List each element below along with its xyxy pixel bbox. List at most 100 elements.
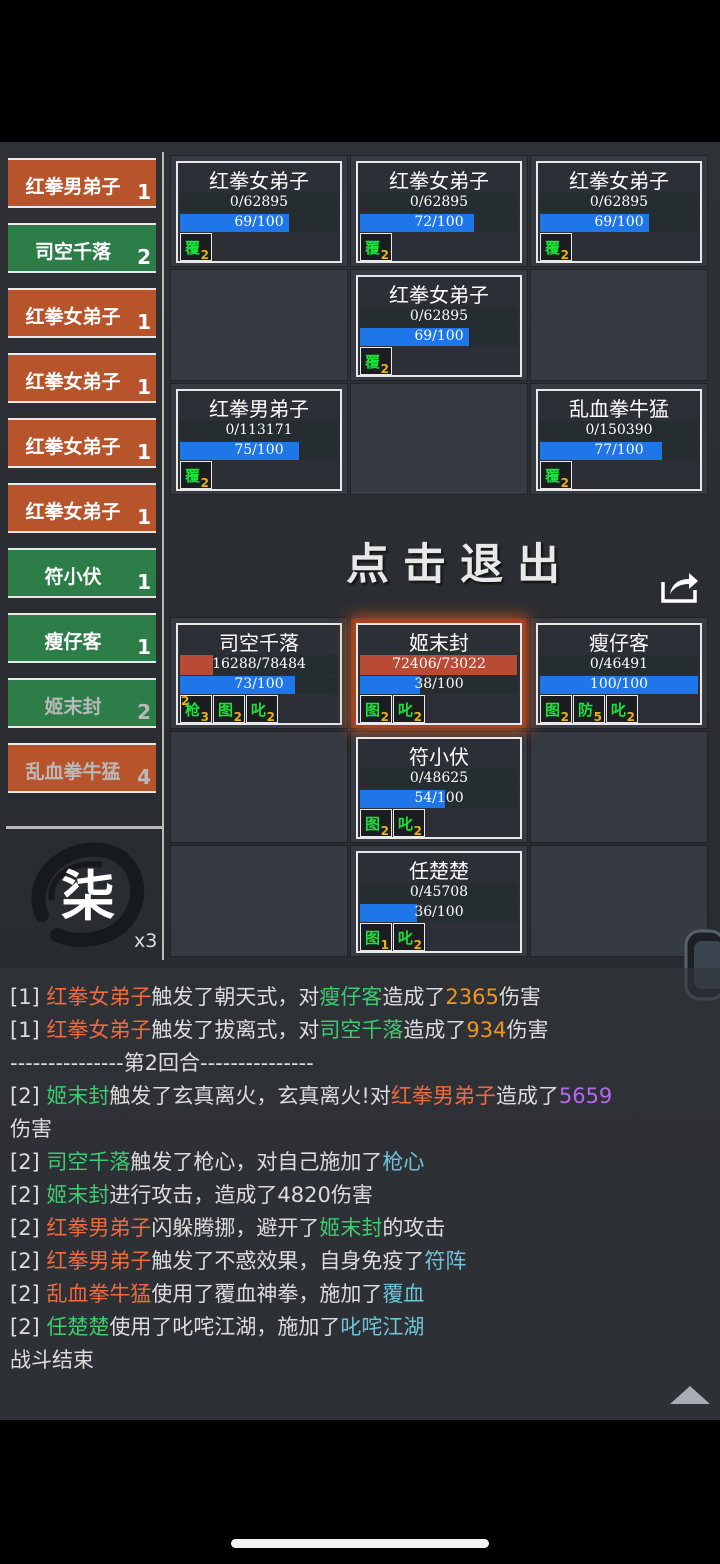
status-effect[interactable]: 图1 xyxy=(360,923,392,952)
log-line: 战斗结束 xyxy=(10,1344,710,1377)
status-effect[interactable]: 覆2 xyxy=(180,461,212,490)
turn-name: 红拳女弟子 xyxy=(25,436,121,458)
unit-card[interactable]: 红拳女弟子 0/62895 69/100 覆 2 xyxy=(356,275,522,377)
unit-card[interactable]: 姬末封 72406/73022 38/100 图 2 叱 2 xyxy=(356,623,522,725)
hp-bar: 0/62895 xyxy=(180,193,338,213)
status-effect[interactable]: 叱2 xyxy=(606,695,638,724)
turn-item[interactable]: 瘦仔客 1 xyxy=(8,613,156,663)
log-segment: ---------------第2回合--------------- xyxy=(10,1051,314,1075)
status-effects: 覆2 xyxy=(360,233,520,262)
status-effect[interactable]: 覆2 xyxy=(180,233,212,262)
log-segment: 乱血拳牛猛 xyxy=(46,1282,152,1306)
log-segment: 叱咤江湖 xyxy=(340,1315,425,1339)
status-effect[interactable]: 覆2 xyxy=(360,233,392,262)
hp-value: 72406/73022 xyxy=(392,656,486,672)
log-segment: 战斗结束 xyxy=(10,1348,94,1372)
status-effect[interactable]: 叱2 xyxy=(393,809,425,838)
turn-item[interactable]: 司空千落 2 xyxy=(8,223,156,273)
log-segment: 红拳男弟子 xyxy=(46,1249,152,1273)
log-segment: 使用了覆血神拳，施加了 xyxy=(151,1282,383,1306)
status-effects: 2枪3图2叱2 xyxy=(180,694,340,724)
hp-bar: 0/113171 xyxy=(180,421,338,441)
unit-name: 红拳女弟子 xyxy=(389,169,489,193)
log-segment: 触发了朝天式，对 xyxy=(151,985,320,1009)
log-line: [2] 红拳男弟子闪躲腾挪，避开了姬末封的攻击 xyxy=(10,1212,710,1245)
unit-card[interactable]: 红拳男弟子 0/113171 75/100 覆 2 xyxy=(176,389,342,491)
rage-bar: 36/100 xyxy=(360,904,518,922)
hp-bar: 0/62895 xyxy=(360,193,518,213)
turn-item[interactable]: 乱血拳牛猛 4 xyxy=(8,743,156,793)
log-segment: 进行攻击，造成了4820伤害 xyxy=(109,1183,373,1207)
rage-bar: 77/100 xyxy=(540,442,698,460)
rage-value: 54/100 xyxy=(414,790,464,806)
round-indicator: 柒 xyxy=(61,864,115,928)
turn-item[interactable]: 红拳女弟子 1 xyxy=(8,288,156,338)
status-effect[interactable]: 防5 xyxy=(573,695,605,724)
rage-bar: 69/100 xyxy=(540,214,698,232)
log-segment: 姬末封 xyxy=(319,1216,383,1240)
status-count: 1 xyxy=(380,938,389,952)
unit-card[interactable]: 瘦仔客 0/46491 100/100 图 2 防 5 叱 2 xyxy=(536,623,702,725)
unit-card[interactable]: 任楚楚 0/45708 36/100 图 1 叱 2 xyxy=(356,851,522,953)
turn-count: 2 xyxy=(137,245,151,269)
log-segment: 伤害 xyxy=(506,1018,549,1042)
share-icon[interactable] xyxy=(660,568,700,604)
status-effect[interactable]: 图2 xyxy=(360,809,392,838)
grid-cell xyxy=(530,269,708,381)
status-effects: 覆2 xyxy=(180,233,340,262)
unit-name: 司空千落 xyxy=(219,631,299,655)
turn-name: 司空千落 xyxy=(34,241,111,263)
turn-count: 1 xyxy=(137,505,151,529)
status-effect[interactable]: 图2 xyxy=(540,695,572,724)
turn-item[interactable]: 符小伏 1 xyxy=(8,548,156,598)
hp-bar: 0/62895 xyxy=(540,193,698,213)
hp-bar: 16288/78484 xyxy=(180,655,338,675)
status-count: 2 xyxy=(626,710,635,724)
unit-card[interactable]: 司空千落 16288/78484 73/100 2 枪 3 图 2 叱 2 xyxy=(176,623,342,725)
unit-card[interactable]: 红拳女弟子 0/62895 69/100 覆 2 xyxy=(536,161,702,263)
unit-card[interactable]: 乱血拳牛猛 0/150390 77/100 覆 2 xyxy=(536,389,702,491)
log-segment: [2] xyxy=(10,1150,47,1174)
exit-button[interactable]: 点击退出 xyxy=(346,530,574,592)
unit-card[interactable]: 红拳女弟子 0/62895 69/100 覆 2 xyxy=(176,161,342,263)
speed-multiplier-button[interactable]: x3 xyxy=(134,930,157,952)
unit-card[interactable]: 符小伏 0/48625 54/100 图 2 叱 2 xyxy=(356,737,522,839)
rage-bar: 38/100 xyxy=(360,676,518,694)
status-count: 2 xyxy=(380,824,389,838)
status-effect[interactable]: 图2 xyxy=(213,695,245,724)
turn-count: 1 xyxy=(137,570,151,594)
turn-name: 乱血拳牛猛 xyxy=(25,761,121,783)
status-effect[interactable]: 覆2 xyxy=(540,461,572,490)
status-name: 图 xyxy=(365,929,381,947)
home-indicator[interactable] xyxy=(231,1539,489,1548)
log-segment: [1] xyxy=(10,1018,47,1042)
turn-item[interactable]: 红拳女弟子 1 xyxy=(8,353,156,403)
rage-value: 72/100 xyxy=(414,214,464,230)
scroll-up-icon[interactable] xyxy=(668,1384,712,1406)
status-name: 覆 xyxy=(545,467,561,485)
log-line: [2] 姬末封进行攻击，造成了4820伤害 xyxy=(10,1179,710,1212)
status-name: 叱 xyxy=(251,701,267,719)
log-segment: 使用了叱咤江湖，施加了 xyxy=(109,1315,341,1339)
log-segment: 红拳男弟子 xyxy=(390,1084,496,1108)
log-segment: [2] xyxy=(10,1249,47,1273)
turn-item[interactable]: 姬末封 2 xyxy=(8,678,156,728)
log-segment: 934 xyxy=(466,1018,507,1042)
log-segment: 闪躲腾挪，避开了 xyxy=(151,1216,320,1240)
status-count: 2 xyxy=(560,476,569,490)
unit-card[interactable]: 红拳女弟子 0/62895 72/100 覆 2 xyxy=(356,161,522,263)
status-effect[interactable]: 叱2 xyxy=(393,923,425,952)
status-effect[interactable]: 图2 xyxy=(360,695,392,724)
turn-item[interactable]: 红拳男弟子 1 xyxy=(8,158,156,208)
turn-item[interactable]: 红拳女弟子 1 xyxy=(8,418,156,468)
log-segment: 红拳女弟子 xyxy=(46,1018,152,1042)
battle-log-lines: [1] 红拳女弟子触发了朝天式，对瘦仔客造成了2365伤害 [1] 红拳女弟子触发… xyxy=(10,981,710,1377)
status-effect[interactable]: 叱2 xyxy=(246,695,278,724)
log-segment: 司空千落 xyxy=(46,1150,131,1174)
status-effect[interactable]: 2枪3 xyxy=(180,694,212,724)
hp-bar: 0/46491 xyxy=(540,655,698,675)
status-effect[interactable]: 叱2 xyxy=(393,695,425,724)
status-effect[interactable]: 覆2 xyxy=(360,347,392,376)
status-effect[interactable]: 覆2 xyxy=(540,233,572,262)
turn-item[interactable]: 红拳女弟子 1 xyxy=(8,483,156,533)
